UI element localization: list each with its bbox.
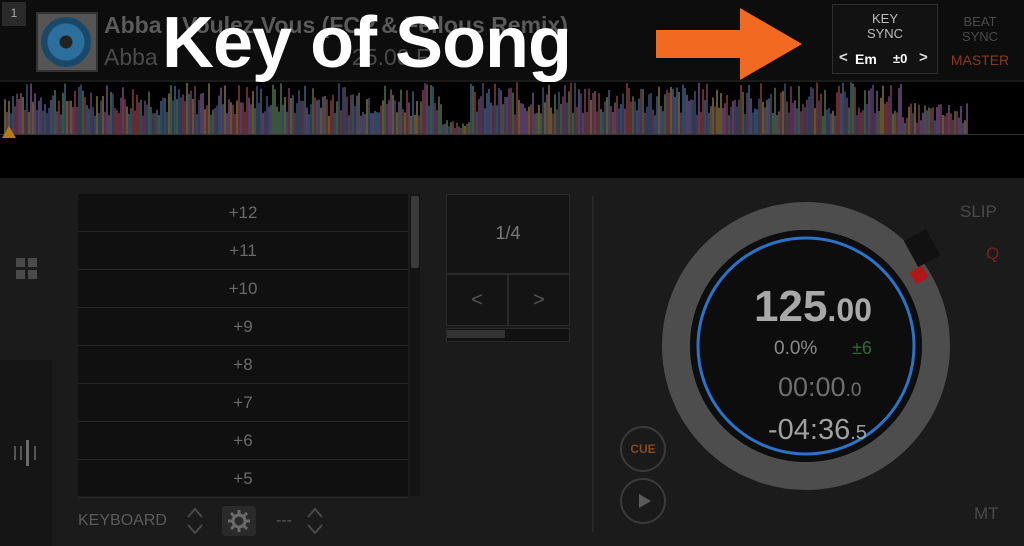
beat-sync-label: BEAT SYNC — [961, 14, 999, 44]
master-tempo-button[interactable]: MT — [974, 504, 999, 524]
overlay-caption: Key of Song — [162, 3, 572, 83]
panel-divider — [592, 196, 594, 532]
grid-view-icon[interactable] — [16, 258, 38, 280]
gear-icon — [228, 510, 250, 532]
key-sync-label: KEY SYNC — [866, 11, 904, 41]
waveform-overview[interactable] — [0, 82, 1024, 178]
list-scrollbar-thumb[interactable] — [411, 196, 419, 268]
keyboard-value-stepper-icon[interactable] — [306, 506, 324, 536]
beat-sync-panel[interactable]: BEAT SYNC MASTER — [940, 4, 1020, 72]
key-sync-panel[interactable]: KEY SYNC < Em ±0 > — [832, 4, 938, 74]
key-offset-value: ±0 — [893, 51, 908, 66]
loop-progress-fill — [447, 330, 505, 338]
loop-length-display[interactable]: 1/4 — [446, 194, 570, 274]
slip-button[interactable]: SLIP — [960, 202, 997, 222]
key-shift-row[interactable]: +9 — [78, 308, 408, 346]
key-shift-row[interactable]: +10 — [78, 270, 408, 308]
key-shift-row[interactable]: +12 — [78, 194, 408, 232]
keyboard-settings-button[interactable] — [222, 506, 256, 536]
key-shift-row[interactable]: +7 — [78, 384, 408, 422]
key-shift-list[interactable]: +12 +11 +10 +9 +8 +7 +6 +5 — [78, 194, 408, 498]
loop-prev-button[interactable]: < — [446, 274, 508, 326]
pitch-range: ±6 — [852, 338, 872, 358]
slider-handle-icon[interactable] — [12, 440, 40, 466]
loop-length-value: 1/4 — [495, 223, 521, 243]
loop-next-button[interactable]: > — [508, 274, 570, 326]
track-artist: Abba — [104, 44, 158, 70]
elapsed-time: 00:00.0 — [778, 372, 862, 402]
key-prev-button[interactable]: < — [839, 49, 848, 66]
key-row: < Em ±0 > — [833, 49, 937, 69]
remaining-time: -04:36.5 — [768, 414, 867, 446]
song-key-value: Em — [855, 51, 877, 67]
bpm-display: 125.00 — [754, 282, 872, 331]
master-button[interactable]: MASTER — [940, 52, 1020, 68]
key-shift-row[interactable]: +5 — [78, 460, 408, 498]
pitch-percent: 0.0% — [774, 338, 818, 359]
keyboard-stepper-icon[interactable] — [186, 506, 204, 536]
waveform-graphic — [0, 82, 1024, 138]
key-shift-row[interactable]: +11 — [78, 232, 408, 270]
album-artwork — [36, 12, 98, 72]
key-shift-row[interactable]: +8 — [78, 346, 408, 384]
deck-number: 1 — [2, 2, 26, 26]
arrow-right-icon — [656, 8, 802, 80]
key-shift-row[interactable]: +6 — [78, 422, 408, 460]
key-next-button[interactable]: > — [919, 49, 928, 66]
quantize-button[interactable]: Q — [986, 244, 999, 264]
keyboard-label: KEYBOARD — [78, 512, 167, 529]
keyboard-value: --- — [276, 512, 292, 529]
